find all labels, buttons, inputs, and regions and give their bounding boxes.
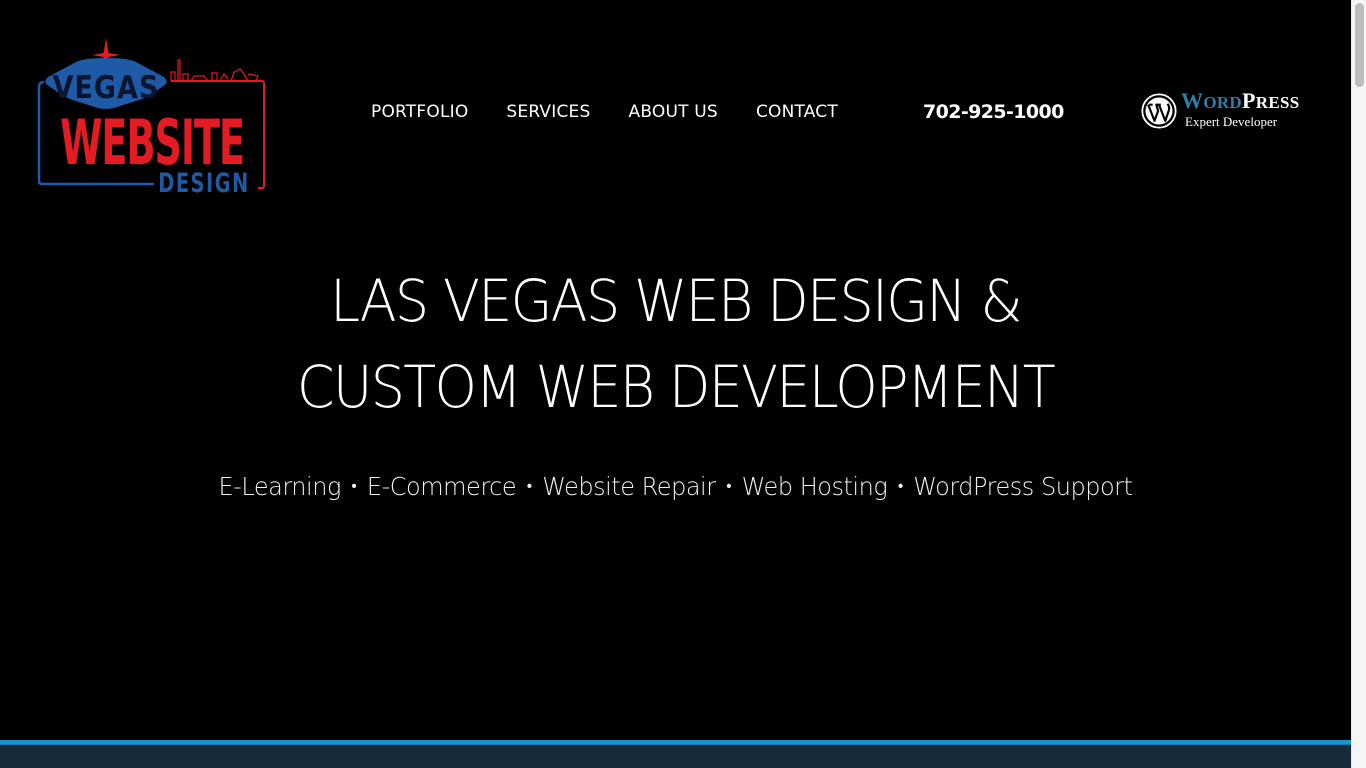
logo-text-vegas: VEGAS [53, 69, 160, 106]
logo-graphic: VEGAS WEBSITE DESIGN [37, 38, 265, 199]
nav-portfolio[interactable]: PORTFOLIO [371, 102, 468, 122]
service-wordpress-support: WordPress Support [913, 472, 1133, 501]
site-logo[interactable]: VEGAS WEBSITE DESIGN [36, 36, 266, 199]
separator-dot: • [351, 476, 357, 495]
skyline-icon [170, 59, 259, 82]
wordpress-icon [1141, 93, 1177, 129]
page-scrollbar[interactable] [1351, 0, 1366, 768]
main-nav: PORTFOLIO SERVICES ABOUT US CONTACT [371, 102, 838, 122]
hero-heading-line1: LAS VEGAS WEB DESIGN & [330, 267, 1022, 335]
hero-heading: LAS VEGAS WEB DESIGN & CUSTOM WEB DEVELO… [47, 258, 1303, 430]
service-e-commerce: E-Commerce [366, 472, 517, 501]
logo-text-design: DESIGN [158, 167, 249, 196]
phone-link[interactable]: 702-925-1000 [923, 101, 1064, 123]
service-website-repair: Website Repair [542, 472, 716, 501]
next-section-band [0, 745, 1351, 768]
separator-dot: • [897, 476, 903, 495]
scrollbar-thumb[interactable] [1355, 3, 1364, 87]
hero-heading-line2: CUSTOM WEB DEVELOPMENT [296, 353, 1056, 421]
wordpress-title: WORDPRESS [1181, 88, 1300, 113]
service-web-hosting: Web Hosting [741, 472, 888, 501]
services-list: E-Learning • E-Commerce • Website Repair • Web… [27, 472, 1324, 501]
separator-dot: • [526, 476, 532, 495]
nav-contact[interactable]: CONTACT [756, 102, 838, 122]
page: VEGAS WEBSITE DESIGN PORTFOLIO SERVICES … [0, 0, 1351, 768]
wordpress-expert-badge: WORDPRESS Expert Developer [1141, 90, 1299, 129]
service-e-learning: E-Learning [218, 472, 341, 501]
nav-services[interactable]: SERVICES [506, 102, 590, 122]
wordpress-subtitle: Expert Developer [1185, 114, 1278, 129]
separator-dot: • [726, 476, 732, 495]
nav-about-us[interactable]: ABOUT US [628, 102, 717, 122]
